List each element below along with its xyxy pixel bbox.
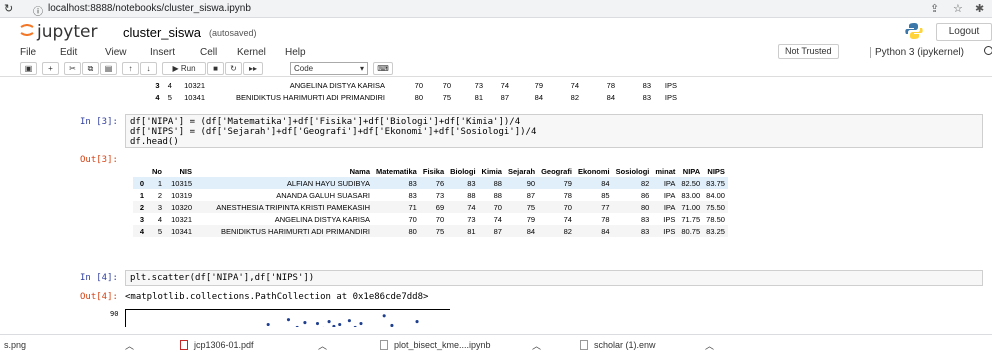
download-item[interactable]: plot_bisect_kme....ipynb (380, 339, 491, 351)
copy-icon[interactable]: ⧉ (82, 62, 99, 75)
code-cell-input[interactable]: df['NIPA'] = (df['Matematika']+df['Fisik… (125, 114, 983, 148)
cell-type-value: Code (294, 64, 314, 73)
scatter-point (332, 324, 336, 327)
chevron-up-icon[interactable]: ︿ (532, 339, 541, 352)
menu-edit[interactable]: Edit (60, 47, 77, 58)
scatter-point (359, 321, 363, 326)
scatter-point (286, 318, 291, 322)
move-up-icon[interactable]: ↑ (122, 62, 139, 75)
browser-address-bar: ↻ ⓘ localhost:8888/notebooks/cluster_sis… (0, 0, 992, 18)
file-icon (580, 339, 588, 350)
file-icon (380, 339, 388, 350)
menu-cell[interactable]: Cell (200, 47, 217, 58)
scatter-point (338, 322, 342, 327)
extension-icon[interactable]: ✱ (975, 2, 984, 15)
run-button[interactable]: ▶ Run (162, 62, 206, 75)
scatter-point (295, 325, 299, 327)
chevron-up-icon[interactable]: ︿ (318, 339, 327, 352)
cell-type-select[interactable]: Code ▾ (290, 62, 368, 75)
downloads-bar: s.png ︿ jcp1306-01.pdf ︿ plot_bisect_kme… (0, 334, 992, 354)
menu-bar: File Edit View Insert Cell Kernel Help N… (0, 43, 992, 61)
table-row: 0 1 10315 ALFIAN HAYU SUDIBYA 83 76 83 8… (133, 177, 728, 189)
download-item[interactable]: jcp1306-01.pdf (180, 339, 254, 351)
scatter-point (382, 314, 386, 318)
scatter-point (315, 321, 320, 326)
logout-button[interactable]: Logout (936, 23, 992, 41)
input-prompt: In [3]: (80, 117, 118, 127)
restart-icon[interactable]: ↻ (225, 62, 242, 75)
url-field[interactable]: localhost:8888/notebooks/cluster_siswa.i… (48, 3, 251, 14)
cut-icon[interactable]: ✂ (64, 62, 81, 75)
table-row: 1 2 10319 ANANDA GALUH SUASARI 83 73 88 … (139, 190, 725, 200)
kernel-name[interactable]: Python 3 (ipykernel) (870, 47, 964, 58)
table-row: 3 4 10321 ANGELINA DISTYA KARISA 70 70 7… (155, 80, 677, 90)
plot-ytick: 90 (110, 310, 119, 318)
scatter-point (303, 321, 307, 325)
scatter-point (353, 325, 357, 327)
menu-kernel[interactable]: Kernel (237, 47, 266, 58)
output-prompt: Out[3]: (80, 155, 118, 165)
download-item[interactable]: s.png (4, 340, 26, 350)
scatter-point (390, 323, 394, 327)
scatter-point (266, 322, 270, 327)
star-icon[interactable]: ☆ (953, 2, 963, 15)
menu-file[interactable]: File (20, 47, 36, 58)
notebook-name[interactable]: cluster_siswa (123, 25, 201, 40)
download-item[interactable]: scholar (1).enw (580, 339, 656, 351)
paste-icon[interactable]: ▤ (100, 62, 117, 75)
scatter-point (327, 320, 331, 324)
scatter-plot (125, 309, 450, 327)
code-cell-input[interactable]: plt.scatter(df['NIPA'],df['NIPS']) (125, 270, 983, 286)
table-header-row: No NIS Nama Matematika Fisika Biologi Ki… (152, 166, 725, 176)
pdf-file-icon (180, 339, 188, 350)
move-down-icon[interactable]: ↓ (140, 62, 157, 75)
scatter-point (347, 319, 351, 323)
notebook-area[interactable]: 3 4 10321 ANGELINA DISTYA KARISA 70 70 7… (0, 77, 992, 327)
table-row: 3 4 10321 ANGELINA DISTYA KARISA 70 70 7… (139, 214, 725, 224)
dataframe-output-table: No NIS Nama Matematika Fisika Biologi Ki… (133, 165, 728, 237)
restart-run-icon[interactable]: ▸▸ (243, 62, 263, 75)
previous-output-table: 3 4 10321 ANGELINA DISTYA KARISA 70 70 7… (150, 79, 680, 103)
add-cell-icon[interactable]: + (42, 62, 59, 75)
save-icon[interactable]: ▣ (20, 62, 37, 75)
chevron-up-icon[interactable]: ︿ (705, 339, 714, 352)
chevron-down-icon: ▾ (359, 64, 364, 73)
jupyter-logo-icon[interactable] (20, 24, 34, 36)
menu-insert[interactable]: Insert (150, 47, 175, 58)
python-logo-icon (905, 23, 923, 39)
output-prompt: Out[4]: (80, 292, 118, 302)
notebook-toolbar: ▣ + ✂ ⧉ ▤ ↑ ↓ ▶ Run ■ ↻ ▸▸ Code ▾ ⌨ (0, 61, 992, 77)
keyboard-icon[interactable]: ⌨ (373, 62, 393, 75)
share-icon[interactable]: ⇪ (930, 2, 939, 15)
autosave-status: (autosaved) (209, 28, 257, 38)
jupyter-logo-text[interactable]: jupyter (37, 22, 97, 42)
table-row: 2 3 10320 ANESTHESIA TRIPINTA KRISTI PAM… (133, 201, 728, 213)
scatter-point (415, 320, 419, 324)
kernel-status-icon (984, 46, 992, 55)
menu-view[interactable]: View (105, 47, 127, 58)
info-icon[interactable]: ⓘ (33, 3, 43, 18)
trust-badge[interactable]: Not Trusted (778, 44, 839, 59)
chevron-up-icon[interactable]: ︿ (125, 339, 134, 352)
table-row: 4 5 10341 BENIDIKTUS HARIMURTI ADI PRIMA… (155, 92, 677, 102)
input-prompt: In [4]: (80, 273, 118, 283)
table-row: 4 5 10341 BENIDIKTUS HARIMURTI ADI PRIMA… (133, 225, 728, 237)
output-text: <matplotlib.collections.PathCollection a… (125, 292, 429, 302)
reload-icon[interactable]: ↻ (4, 2, 13, 15)
stop-icon[interactable]: ■ (207, 62, 224, 75)
menu-help[interactable]: Help (285, 47, 306, 58)
